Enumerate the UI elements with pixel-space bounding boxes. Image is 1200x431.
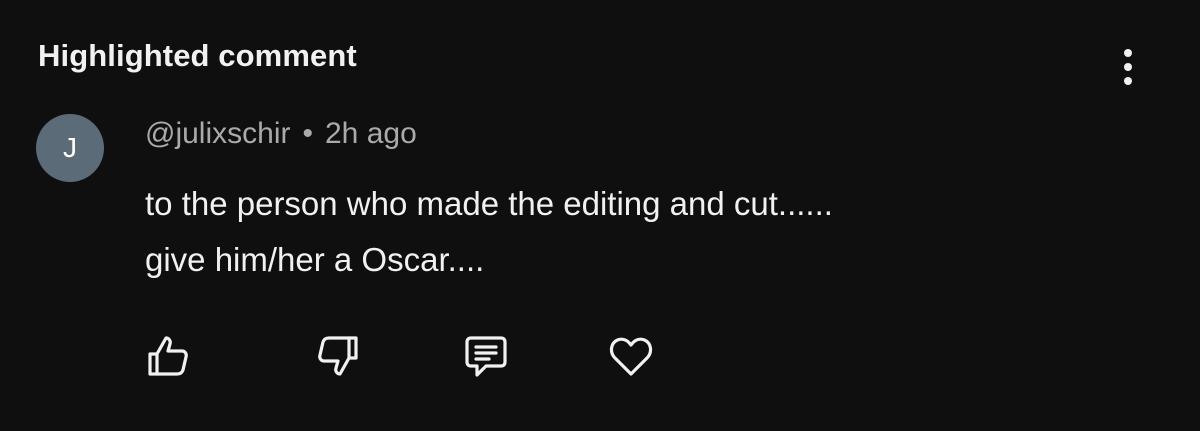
comment-line: give him/her a Oscar.... <box>145 241 485 278</box>
comment-meta: @julixschir • 2h ago <box>145 117 417 151</box>
like-button[interactable] <box>142 330 194 382</box>
avatar[interactable]: J <box>36 114 104 182</box>
comment-line: to the person who made the editing and c… <box>145 185 833 222</box>
author-handle[interactable]: @julixschir <box>145 117 290 150</box>
reply-button[interactable] <box>460 330 512 382</box>
thumbs-up-icon <box>148 336 188 376</box>
comment-text: to the person who made the editing and c… <box>145 176 1145 288</box>
more-vertical-icon <box>1124 49 1132 57</box>
more-vertical-icon-dot <box>1124 63 1132 71</box>
heart-icon <box>609 337 653 376</box>
heart-button[interactable] <box>605 330 657 382</box>
meta-separator: • <box>302 117 313 150</box>
thumbs-down-icon <box>318 336 358 376</box>
more-vertical-icon-dot <box>1124 77 1132 85</box>
comment-timestamp[interactable]: 2h ago <box>325 117 417 150</box>
section-title: Highlighted comment <box>38 38 357 73</box>
more-options-button[interactable] <box>1108 44 1148 90</box>
dislike-button[interactable] <box>312 330 364 382</box>
reply-icon <box>465 336 507 377</box>
avatar-initial: J <box>63 132 77 163</box>
